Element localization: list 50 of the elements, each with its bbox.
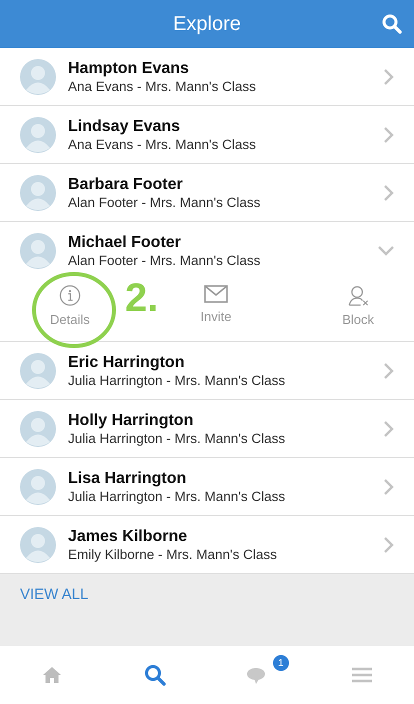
screen-title: Explore [173,12,241,36]
contact-subtitle: Ana Evans - Mrs. Mann's Class [68,136,257,152]
avatar-icon [20,58,56,94]
contact-name: Barbara Footer [68,176,184,194]
contact-subtitle: Julia Harrington - Mrs. Mann's Class [68,488,286,504]
chevron-right-icon [384,478,394,494]
contact-subtitle: Alan Footer - Mrs. Mann's Class [68,252,262,268]
contact-row[interactable]: Lindsay Evans Ana Evans - Mrs. Mann's Class [0,106,414,163]
search-icon[interactable] [382,14,402,34]
contact-row[interactable]: Holly Harrington Julia Harrington - Mrs. Mann's Class [0,400,414,457]
contact-subtitle: Emily Kilborne - Mrs. Mann's Class [68,546,278,562]
contact-row[interactable]: Barbara Footer Alan Footer - Mrs. Mann's Class [0,164,414,221]
chevron-right-icon [384,536,394,552]
chevron-right-icon [384,362,394,378]
contact-name: Holly Harrington [68,412,194,430]
contact-subtitle: Ana Evans - Mrs. Mann's Class [68,78,257,94]
contact-row[interactable]: Michael Footer Alan Footer - Mrs. Mann's Class [0,222,414,279]
envelope-icon [204,285,228,303]
chevron-right-icon [384,184,394,200]
notification-badge: 1 [272,655,289,671]
contact-subtitle: Julia Harrington - Mrs. Mann's Class [68,430,286,446]
avatar-icon [20,526,56,562]
contact-subtitle: Alan Footer - Mrs. Mann's Class [68,194,262,210]
contact-name: Lindsay Evans [68,118,182,136]
avatar-icon [20,232,56,268]
chevron-right-icon [384,68,394,84]
chevron-down-icon [378,246,394,256]
search-icon[interactable] [144,664,166,686]
contact-name: Lisa Harrington [68,470,188,488]
chevron-right-icon [384,126,394,142]
contact-name: Michael Footer [68,234,182,252]
contact-row[interactable]: Lisa Harrington Julia Harrington - Mrs. Mann's Class [0,458,414,515]
menu-icon[interactable] [352,667,372,683]
avatar-icon [20,410,56,446]
contact-subtitle: Julia Harrington - Mrs. Mann's Class [68,372,286,388]
avatar-icon [20,116,56,152]
avatar-icon [20,174,56,210]
avatar-icon [20,352,56,388]
person-remove-icon [346,285,370,306]
contact-name: Eric Harrington [68,354,186,372]
contact-name: Hampton Evans [68,60,190,78]
contact-name: James Kilborne [68,528,188,546]
contact-row[interactable]: Hampton Evans Ana Evans - Mrs. Mann's Class [0,48,414,105]
contact-row[interactable]: James Kilborne Emily Kilborne - Mrs. Mann's Class [0,516,414,573]
chevron-right-icon [384,420,394,436]
contact-row[interactable]: Eric Harrington Julia Harrington - Mrs. Mann's Class [0,342,414,399]
annotation-label: 2. [125,276,158,321]
avatar-icon [20,468,56,504]
home-icon[interactable] [42,666,62,684]
info-icon [58,285,82,306]
